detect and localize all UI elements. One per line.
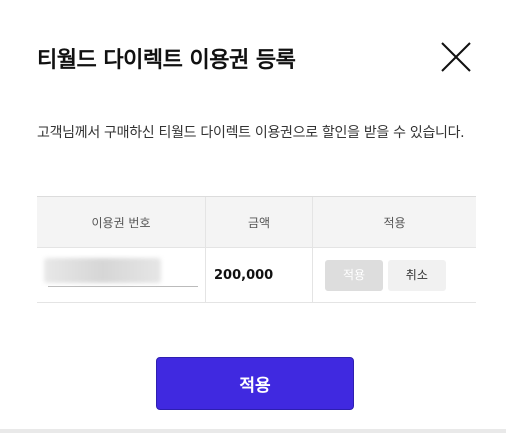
row-apply-button[interactable]: 적용 [325, 259, 383, 291]
row-cancel-button[interactable]: 취소 [387, 259, 446, 291]
coupon-register-modal: 티월드 다이렉트 이용권 등록 고객님께서 구매하신 티월드 다이렉트 이용권으… [0, 0, 506, 433]
submit-apply-button[interactable]: 적용 [156, 357, 354, 410]
coupon-code-cell [37, 247, 206, 303]
header-coupon-number: 이용권 번호 [37, 196, 206, 248]
blurred-coupon-code [44, 258, 161, 283]
table-row: 200,000 적용 취소 [37, 247, 476, 303]
table-header-row: 이용권 번호 금액 적용 [37, 196, 476, 248]
row-actions: 적용 취소 [312, 247, 476, 303]
modal-description: 고객님께서 구매하신 티월드 다이렉트 이용권으로 할인을 받을 수 있습니다. [37, 125, 465, 141]
modal-title: 티월드 다이렉트 이용권 등록 [37, 48, 296, 73]
header-apply: 적용 [312, 196, 476, 248]
header-amount: 금액 [205, 196, 313, 248]
close-icon[interactable] [440, 41, 472, 73]
coupon-table: 이용권 번호 금액 적용 200,000 적용 취소 [37, 196, 476, 303]
bottom-divider [0, 429, 506, 433]
coupon-amount: 200,000 [205, 247, 313, 303]
